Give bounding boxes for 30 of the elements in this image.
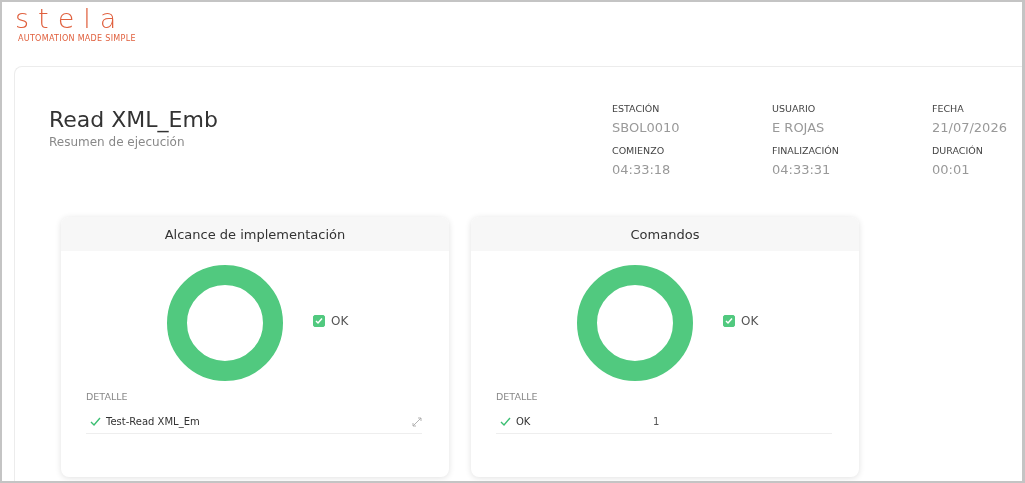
- legend-label: OK: [331, 314, 349, 328]
- meta-value: 04:33:18: [612, 162, 672, 177]
- meta-label: ESTACIÓN: [612, 103, 661, 114]
- legend-checkbox[interactable]: [723, 315, 735, 327]
- detail-name: Test-Read XML_Em: [106, 416, 201, 427]
- panel-title: Comandos: [471, 217, 859, 251]
- logo-tagline: AUTOMATION MADE SIMPLE: [18, 34, 137, 44]
- meta-label: COMIENZO: [612, 145, 666, 156]
- page-title: Read XML_Emb: [49, 106, 219, 134]
- expand-icon[interactable]: [412, 416, 422, 427]
- legend-checkbox[interactable]: [313, 315, 325, 327]
- detail-name: OK: [516, 416, 532, 427]
- meta-label: DURACIÓN: [932, 145, 984, 156]
- meta-value: 21/07/2026: [932, 120, 1008, 135]
- meta-value: SBOL0010: [612, 120, 681, 135]
- panel-title: Alcance de implementación: [61, 217, 449, 251]
- section-label: DETALLE: [496, 391, 539, 402]
- section-label: DETALLE: [86, 391, 129, 402]
- check-icon: [500, 417, 511, 426]
- logo: stela: [15, 4, 127, 34]
- meta-label: FINALIZACIÓN: [772, 145, 840, 156]
- meta-label: USUARIO: [772, 103, 817, 114]
- meta-label: FECHA: [932, 103, 965, 114]
- check-icon: [90, 417, 101, 426]
- page-subtitle: Resumen de ejecución: [49, 135, 186, 149]
- detail-count: 1: [653, 416, 660, 427]
- legend-label: OK: [741, 314, 759, 328]
- meta-value: 00:01: [932, 162, 971, 177]
- meta-value: 04:33:31: [772, 162, 832, 177]
- meta-value: E ROJAS: [772, 120, 826, 135]
